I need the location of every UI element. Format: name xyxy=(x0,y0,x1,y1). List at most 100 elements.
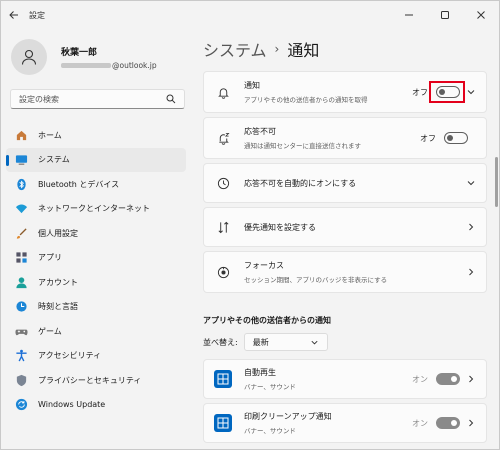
focus-icon xyxy=(216,265,230,279)
window-title: 設定 xyxy=(29,10,45,20)
app-notification-card[interactable]: 自動再生 バナー、サウンド オン xyxy=(203,359,487,399)
breadcrumb: システム › 通知 xyxy=(203,37,319,61)
chevron-right-icon[interactable] xyxy=(460,222,482,232)
search-box[interactable] xyxy=(10,89,185,109)
minimize-button[interactable] xyxy=(391,1,427,29)
scrollbar[interactable] xyxy=(495,157,498,207)
sort-value: 最新 xyxy=(252,337,269,347)
sidebar-item-label: ゲーム xyxy=(38,326,62,336)
sort-row: 並べ替え: 最新 xyxy=(203,333,328,351)
sidebar-item-label: 時刻と言語 xyxy=(38,302,78,312)
app-toggle[interactable] xyxy=(436,373,460,385)
section-title: アプリやその他の送信者からの通知 xyxy=(203,316,331,325)
sidebar-item-time-language[interactable]: 時刻と言語 xyxy=(6,295,186,320)
bluetooth-icon xyxy=(14,177,28,191)
card-subtitle: 通知は通知センターに直接送信されます xyxy=(244,142,361,150)
search-icon xyxy=(166,94,176,104)
sidebar-item-label: アクセシビリティ xyxy=(38,351,102,361)
sidebar-item-label: プライバシーとセキュリティ xyxy=(38,375,142,385)
sidebar-item-personalization[interactable]: 個人用設定 xyxy=(6,221,186,246)
sidebar: 秋葉一郎 @outlook.jp ホーム システム Blueto xyxy=(1,29,193,449)
bell-snooze-icon xyxy=(216,131,230,145)
bell-icon xyxy=(216,85,230,99)
sort-label: 並べ替え: xyxy=(203,337,238,347)
profile-name: 秋葉一郎 xyxy=(61,47,98,58)
focus-card[interactable]: フォーカス セッション期間、アプリのバッジを非表示にする xyxy=(203,251,487,293)
time-icon xyxy=(14,300,28,314)
chevron-right-icon[interactable] xyxy=(460,374,482,384)
priority-icon xyxy=(216,220,230,234)
arrow-left-icon xyxy=(9,11,18,19)
do-not-disturb-toggle[interactable] xyxy=(444,132,468,144)
window-controls xyxy=(391,1,499,29)
close-icon xyxy=(477,11,485,19)
update-icon xyxy=(14,398,28,412)
card-title: 応答不可を自動的にオンにする xyxy=(244,178,357,188)
sidebar-item-accessibility[interactable]: アクセシビリティ xyxy=(6,344,186,369)
breadcrumb-parent[interactable]: システム xyxy=(203,37,267,61)
sidebar-item-privacy-security[interactable]: プライバシーとセキュリティ xyxy=(6,368,186,393)
do-not-disturb-card[interactable]: 応答不可 通知は通知センターに直接送信されます オフ xyxy=(203,117,487,159)
search-input[interactable] xyxy=(19,94,166,104)
maximize-icon xyxy=(441,11,449,19)
priority-notifications-card[interactable]: 優先通知を設定する xyxy=(203,207,487,247)
toggle-state-label: オフ xyxy=(412,87,428,97)
sidebar-item-network[interactable]: ネットワークとインターネット xyxy=(6,197,186,222)
profile-email-suffix: @outlook.jp xyxy=(112,60,157,70)
chevron-down-icon[interactable] xyxy=(460,178,482,188)
sidebar-item-home[interactable]: ホーム xyxy=(6,123,186,148)
page-title: 通知 xyxy=(287,41,320,60)
card-title: 印刷クリーンアップ通知 xyxy=(244,412,332,421)
shield-icon xyxy=(14,373,28,387)
sidebar-item-label: ネットワークとインターネット xyxy=(38,204,150,214)
redacted-email-prefix xyxy=(61,62,111,68)
toggle-state-label: オン xyxy=(412,418,428,428)
personalize-icon xyxy=(14,226,28,240)
sidebar-item-gaming[interactable]: ゲーム xyxy=(6,319,186,344)
print-cleanup-app-icon xyxy=(214,414,232,432)
breadcrumb-separator: › xyxy=(274,42,280,56)
highlight-box xyxy=(429,81,465,103)
system-icon xyxy=(14,153,28,167)
card-title: 優先通知を設定する xyxy=(244,222,316,232)
app-toggle[interactable] xyxy=(436,417,460,429)
home-icon xyxy=(14,128,28,142)
sidebar-item-apps[interactable]: アプリ xyxy=(6,246,186,271)
gaming-icon xyxy=(14,324,28,338)
sidebar-item-label: システム xyxy=(38,155,70,165)
sidebar-item-system[interactable]: システム xyxy=(6,147,186,172)
sidebar-item-label: アプリ xyxy=(38,253,62,263)
minimize-icon xyxy=(405,14,413,16)
close-button[interactable] xyxy=(463,1,499,29)
sidebar-item-accounts[interactable]: アカウント xyxy=(6,270,186,295)
main-content: システム › 通知 通知 アプリやその他の送信者からの通知を取得 オフ 応答不可… xyxy=(193,29,499,449)
sidebar-item-label: アカウント xyxy=(38,277,78,287)
card-subtitle: セッション期間、アプリのバッジを非表示にする xyxy=(244,276,388,284)
clock-icon xyxy=(216,176,230,190)
chevron-right-icon[interactable] xyxy=(460,267,482,277)
auto-dnd-card[interactable]: 応答不可を自動的にオンにする xyxy=(203,163,487,203)
apps-icon xyxy=(14,251,28,265)
card-title: 通知 xyxy=(244,81,260,90)
autoplay-app-icon xyxy=(214,370,232,388)
back-button[interactable] xyxy=(1,1,27,29)
title-bar: 設定 xyxy=(1,1,499,29)
app-notification-card[interactable]: 印刷クリーンアップ通知 バナー、サウンド オン xyxy=(203,403,487,443)
settings-window: 設定 秋葉一郎 @outlook.jp 設定の検索 ホーム システム Bluet… xyxy=(0,0,500,450)
maximize-button[interactable] xyxy=(427,1,463,29)
accessibility-icon xyxy=(14,349,28,363)
sidebar-nav: ホーム システム Bluetooth とデバイス ネットワークとインターネット … xyxy=(6,123,186,417)
card-title: フォーカス xyxy=(244,261,284,270)
chevron-right-icon[interactable] xyxy=(460,418,482,428)
sort-dropdown[interactable]: 最新 xyxy=(243,333,328,351)
card-subtitle: アプリやその他の送信者からの通知を取得 xyxy=(244,96,368,104)
sidebar-item-bluetooth[interactable]: Bluetooth とデバイス xyxy=(6,172,186,197)
user-profile[interactable]: 秋葉一郎 @outlook.jp xyxy=(11,39,157,75)
sidebar-item-windows-update[interactable]: Windows Update xyxy=(6,393,186,418)
card-subtitle: バナー、サウンド xyxy=(244,383,296,391)
profile-email: @outlook.jp xyxy=(61,61,157,70)
chevron-down-icon xyxy=(311,340,318,344)
avatar xyxy=(11,39,47,75)
toggle-state-label: オフ xyxy=(420,133,436,143)
sidebar-item-label: 個人用設定 xyxy=(38,228,78,238)
